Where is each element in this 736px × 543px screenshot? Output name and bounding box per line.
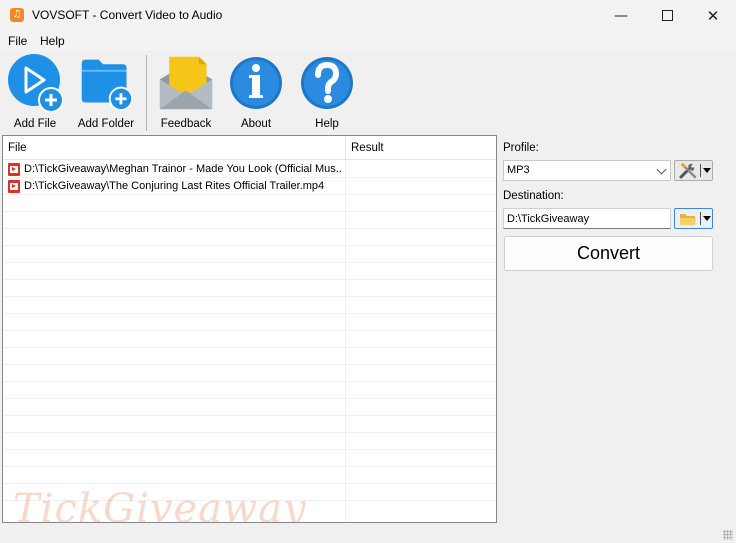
menu-file[interactable]: File xyxy=(8,34,27,48)
minimize-button[interactable]: — xyxy=(598,0,644,31)
feedback-label: Feedback xyxy=(160,118,212,130)
maximize-icon xyxy=(661,10,673,21)
column-header-result[interactable]: Result xyxy=(346,136,496,160)
convert-button[interactable]: Convert xyxy=(504,236,713,271)
add-file-label: Add File xyxy=(13,118,57,130)
title-bar: ♫ VOVSOFT - Convert Video to Audio — ✕ xyxy=(0,0,736,31)
folder-icon xyxy=(680,213,696,225)
toolbar-separator xyxy=(146,55,147,131)
play-plus-icon xyxy=(8,54,63,112)
feedback-button[interactable]: Feedback xyxy=(156,51,216,135)
music-note-icon: ♫ xyxy=(10,8,24,22)
resize-grip[interactable] xyxy=(723,530,733,540)
tools-icon xyxy=(679,162,697,178)
close-icon: ✕ xyxy=(706,6,720,25)
column-header-file[interactable]: File xyxy=(3,136,345,160)
about-label: About xyxy=(240,118,272,130)
file-path: D:\TickGiveaway\Meghan Trainor - Made Yo… xyxy=(24,163,342,175)
close-button[interactable]: ✕ xyxy=(690,0,736,31)
menu-help[interactable]: Help xyxy=(40,34,65,48)
file-list[interactable]: File Result D:\TickGiveaway\Meghan Train… xyxy=(2,135,497,523)
file-path: D:\TickGiveaway\The Conjuring Last Rites… xyxy=(24,180,325,192)
dropdown-arrow-icon xyxy=(703,216,711,221)
status-bar xyxy=(0,523,736,543)
browse-destination-button[interactable] xyxy=(674,208,713,229)
add-folder-label: Add Folder xyxy=(77,118,135,130)
profile-settings-button[interactable] xyxy=(674,160,713,181)
file-row[interactable]: D:\TickGiveaway\Meghan Trainor - Made Yo… xyxy=(3,161,496,178)
help-button[interactable]: Help xyxy=(299,51,355,135)
profile-value: MP3 xyxy=(507,164,530,176)
question-icon xyxy=(301,57,353,109)
destination-input[interactable] xyxy=(504,209,670,228)
profile-select[interactable]: MP3 xyxy=(503,160,671,181)
maximize-button[interactable] xyxy=(644,0,690,31)
minimize-icon: — xyxy=(614,7,628,24)
video-file-icon xyxy=(8,180,20,193)
about-button[interactable]: About xyxy=(228,51,284,135)
add-folder-button[interactable]: Add Folder xyxy=(76,51,136,135)
file-row[interactable]: D:\TickGiveaway\The Conjuring Last Rites… xyxy=(3,178,496,195)
destination-field[interactable] xyxy=(503,208,671,229)
add-file-button[interactable]: Add File xyxy=(7,51,63,135)
folder-plus-icon xyxy=(81,59,134,111)
envelope-icon xyxy=(159,56,213,110)
info-icon xyxy=(230,57,282,109)
destination-label: Destination: xyxy=(503,190,564,202)
toolbar: Add File Add Folder Feedback About Help xyxy=(0,51,736,135)
chevron-down-icon xyxy=(656,164,667,175)
file-list-header: File Result xyxy=(3,136,496,160)
help-label: Help xyxy=(315,118,339,130)
window-title: VOVSOFT - Convert Video to Audio xyxy=(32,8,223,22)
watermark: TickGiveaway xyxy=(13,486,307,523)
menu-bar: File Help xyxy=(0,31,736,51)
profile-label: Profile: xyxy=(503,142,539,154)
dropdown-arrow-icon xyxy=(703,168,711,173)
video-file-icon xyxy=(8,163,20,176)
